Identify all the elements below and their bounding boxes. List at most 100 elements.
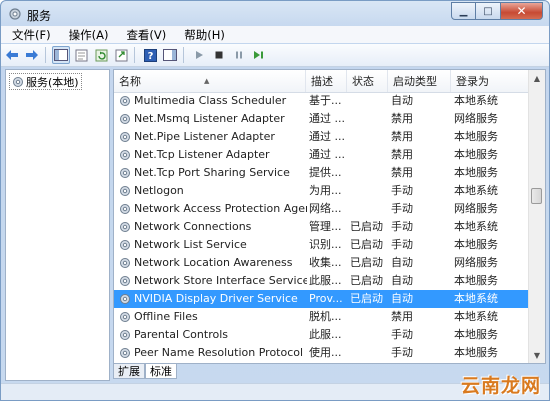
- service-status: [350, 146, 390, 164]
- back-button[interactable]: [3, 46, 21, 64]
- console-tree-icon: [54, 49, 68, 61]
- menu-action[interactable]: 操作(A): [58, 27, 116, 43]
- service-name: Multimedia Class Scheduler: [134, 94, 287, 107]
- service-name-cell: Network Connections: [119, 218, 307, 236]
- services-window: 服务 ▁ □ ✕ 文件(F) 操作(A) 查看(V) 帮助(H) ? 服务(本地…: [0, 0, 550, 401]
- service-gear-icon: [120, 294, 130, 304]
- service-description: 使用...: [309, 346, 342, 359]
- properties-icon: [75, 49, 87, 61]
- forward-arrow-icon: [26, 50, 38, 60]
- stop-service-button[interactable]: [210, 46, 228, 64]
- maximize-button[interactable]: □: [476, 2, 501, 20]
- refresh-button[interactable]: [92, 46, 110, 64]
- forward-button[interactable]: [23, 46, 41, 64]
- menu-help[interactable]: 帮助(H): [173, 27, 232, 43]
- export-icon: [115, 49, 127, 61]
- service-description: 网络...: [309, 202, 342, 215]
- table-row[interactable]: Net.Msmq Listener Adapter 通过 ... 禁用 网络服务: [114, 110, 529, 128]
- service-log-on-as: 本地服务: [454, 238, 498, 251]
- start-service-button[interactable]: [190, 46, 208, 64]
- service-name-cell: Network Access Protection Agent: [119, 200, 307, 218]
- service-status: 已启动: [350, 220, 383, 233]
- table-row[interactable]: Netlogon 为用... 手动 本地系统: [114, 182, 529, 200]
- column-header-description[interactable]: 描述: [306, 70, 347, 92]
- tab-extended[interactable]: 扩展: [113, 364, 145, 379]
- menu-view[interactable]: 查看(V): [115, 27, 173, 43]
- minimize-icon: ▁: [459, 5, 468, 17]
- tab-standard[interactable]: 标准: [145, 364, 177, 379]
- column-header-startup-type[interactable]: 启动类型: [388, 70, 451, 92]
- service-name: Net.Pipe Listener Adapter: [134, 130, 275, 143]
- service-log-on-as: 本地服务: [454, 346, 498, 359]
- service-log-on-as: 网络服务: [454, 256, 498, 269]
- column-header-log-on-as[interactable]: 登录为: [451, 70, 529, 92]
- show-hide-icon: [163, 49, 177, 61]
- table-row[interactable]: Network Store Interface Service 此服... 已启…: [114, 272, 529, 290]
- service-name-cell: Offline Files: [119, 308, 307, 326]
- toolbar-separator: [134, 47, 135, 63]
- window-controls: ▁ □ ✕: [451, 2, 543, 20]
- service-log-on-as: 本地服务: [454, 274, 498, 287]
- scrollbar-thumb[interactable]: [531, 188, 542, 204]
- close-button[interactable]: ✕: [501, 2, 543, 20]
- service-name: Net.Msmq Listener Adapter: [134, 112, 285, 125]
- table-row[interactable]: Net.Pipe Listener Adapter 通过 ... 禁用 本地服务: [114, 128, 529, 146]
- close-icon: ✕: [516, 4, 527, 18]
- column-header-label: 登录为: [456, 75, 489, 88]
- export-list-button[interactable]: [112, 46, 130, 64]
- service-startup-type: 自动: [391, 292, 413, 305]
- table-row[interactable]: Offline Files 脱机... 禁用 本地系统: [114, 308, 529, 326]
- table-row[interactable]: Network Connections 管理... 已启动 手动 本地系统: [114, 218, 529, 236]
- table-row[interactable]: Net.Tcp Port Sharing Service 提供... 禁用 本地…: [114, 164, 529, 182]
- service-name-cell: Parental Controls: [119, 326, 307, 344]
- tab-label: 扩展: [118, 365, 140, 378]
- table-row[interactable]: Network List Service 识别... 已启动 手动 本地服务: [114, 236, 529, 254]
- console-tree-pane[interactable]: 服务(本地): [5, 69, 110, 381]
- service-gear-icon: [120, 348, 130, 358]
- column-header-name[interactable]: 名称 ▲: [114, 70, 306, 92]
- restart-service-button[interactable]: [250, 46, 268, 64]
- help-button[interactable]: ?: [141, 46, 159, 64]
- service-description: 基于...: [309, 94, 342, 107]
- service-gear-icon: [120, 204, 130, 214]
- table-row[interactable]: Net.Tcp Listener Adapter 通过 ... 禁用 本地服务: [114, 146, 529, 164]
- scroll-down-button[interactable]: ▼: [529, 347, 545, 363]
- list-header: 名称 ▲ 描述 状态 启动类型 登录为: [114, 70, 529, 93]
- scroll-up-button[interactable]: ▲: [529, 70, 545, 86]
- service-log-on-as: 本地服务: [454, 166, 498, 179]
- table-row-selected[interactable]: NVIDIA Display Driver Service Prov... 已启…: [114, 290, 529, 308]
- column-header-label: 状态: [352, 75, 374, 88]
- table-row[interactable]: Network Access Protection Agent 网络... 手动…: [114, 200, 529, 218]
- service-log-on-as: 本地系统: [454, 220, 498, 233]
- properties-button[interactable]: [72, 46, 90, 64]
- service-name: Network List Service: [134, 238, 247, 251]
- table-row[interactable]: Peer Name Resolution Protocol 使用... 手动 本…: [114, 344, 529, 362]
- service-description: 识别...: [309, 238, 342, 251]
- table-row[interactable]: Parental Controls 此服... 手动 本地服务: [114, 326, 529, 344]
- show-console-tree-button[interactable]: [52, 46, 70, 64]
- column-header-status[interactable]: 状态: [347, 70, 388, 92]
- service-gear-icon: [120, 132, 130, 142]
- service-log-on-as: 本地系统: [454, 94, 498, 107]
- watermark-text: 云南龙网: [460, 375, 541, 397]
- service-gear-icon: [120, 276, 130, 286]
- menu-file[interactable]: 文件(F): [1, 27, 58, 43]
- show-hide-action-pane-button[interactable]: [161, 46, 179, 64]
- service-description: 收集...: [309, 256, 342, 269]
- table-row[interactable]: Multimedia Class Scheduler 基于... 自动 本地系统: [114, 92, 529, 110]
- minimize-button[interactable]: ▁: [451, 2, 476, 20]
- column-header-label: 描述: [311, 75, 333, 88]
- service-log-on-as: 本地系统: [454, 292, 498, 305]
- vertical-scrollbar[interactable]: ▲ ▼: [528, 70, 545, 363]
- toolbar-separator: [183, 47, 184, 63]
- tree-item-services-local[interactable]: 服务(本地): [9, 73, 82, 90]
- pause-service-button[interactable]: [230, 46, 248, 64]
- service-name-cell: Multimedia Class Scheduler: [119, 92, 307, 110]
- title-bar[interactable]: 服务 ▁ □ ✕: [1, 1, 549, 27]
- service-gear-icon: [120, 150, 130, 160]
- service-log-on-as: 本地服务: [454, 328, 498, 341]
- menu-bar: 文件(F) 操作(A) 查看(V) 帮助(H): [1, 26, 549, 43]
- service-startup-type: 禁用: [391, 310, 413, 323]
- table-row[interactable]: Network Location Awareness 收集... 已启动 自动 …: [114, 254, 529, 272]
- service-startup-type: 自动: [391, 256, 413, 269]
